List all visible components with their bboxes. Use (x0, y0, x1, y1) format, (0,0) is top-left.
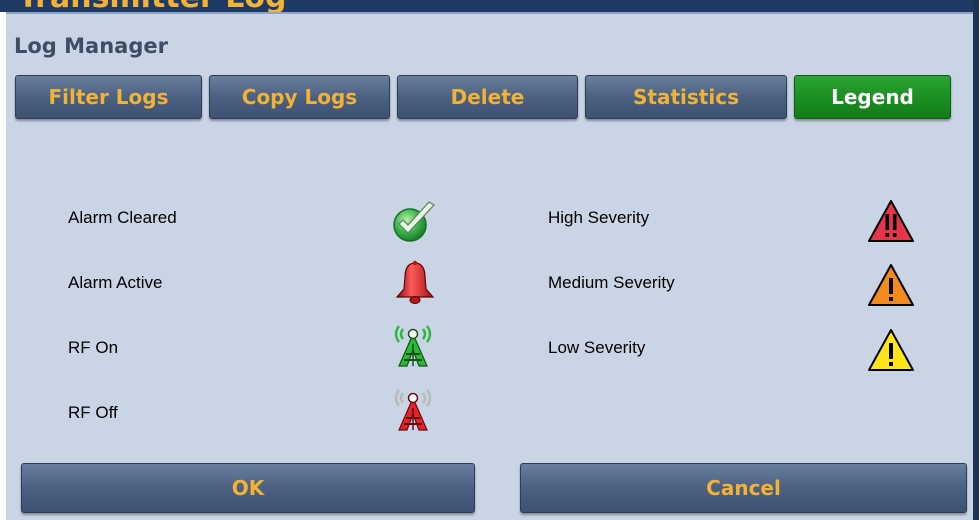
tab-delete[interactable]: Delete (397, 75, 578, 119)
legend-label-high-severity: High Severity (548, 208, 650, 227)
tab-filter-logs[interactable]: Filter Logs (15, 75, 202, 119)
tab-copy-logs[interactable]: Copy Logs (209, 75, 390, 119)
window-edge (973, 0, 979, 520)
log-manager-dialog: Log Manager Filter Logs Copy Logs Delete… (6, 12, 973, 520)
legend-label-alarm-cleared: Alarm Cleared (68, 208, 177, 227)
dialog-title: Log Manager (14, 34, 168, 58)
rf-tower-red-icon (389, 384, 437, 432)
rf-tower-green-icon (389, 320, 437, 368)
legend-label-alarm-active: Alarm Active (68, 273, 163, 292)
background-window-title: Transmitter Log (18, 0, 286, 12)
legend-label-rf-off: RF Off (68, 403, 118, 422)
legend-label-medium-severity: Medium Severity (548, 273, 675, 292)
bell-icon (391, 259, 439, 307)
legend-label-rf-on: RF On (68, 338, 119, 357)
background-window-titlebar: Transmitter Log (0, 0, 979, 12)
ok-button[interactable]: OK (21, 463, 475, 513)
tab-legend[interactable]: Legend (794, 75, 951, 119)
warning-red-icon (867, 197, 915, 245)
legend-label-low-severity: Low Severity (548, 338, 646, 357)
check-icon (390, 196, 438, 244)
tab-statistics[interactable]: Statistics (585, 75, 787, 119)
warning-yellow-icon (867, 326, 915, 374)
cancel-button[interactable]: Cancel (520, 463, 967, 513)
warning-orange-icon (867, 261, 915, 309)
